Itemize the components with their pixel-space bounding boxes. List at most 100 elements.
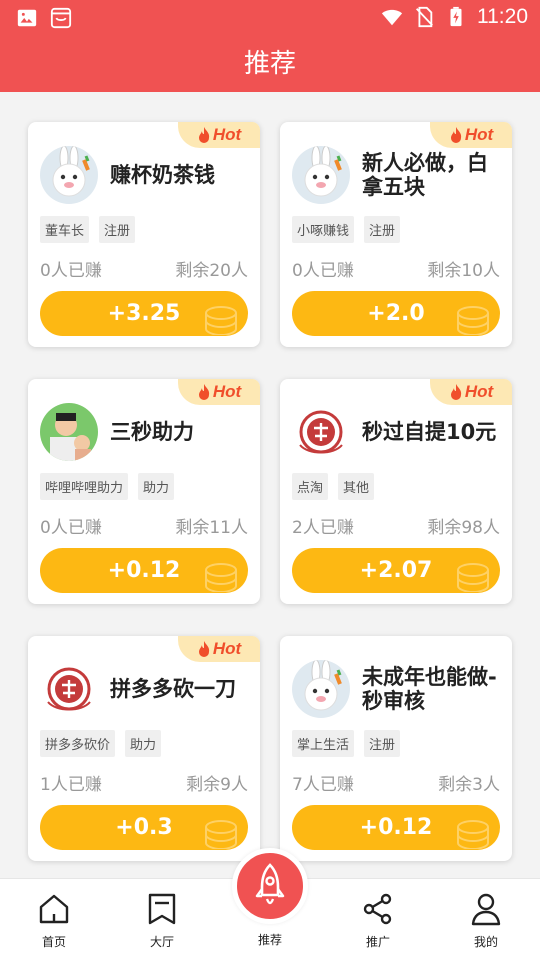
seal-avatar xyxy=(292,403,350,461)
earned-count: 1人已赚 xyxy=(40,775,102,795)
reward-button[interactable]: +2.07 xyxy=(292,548,500,593)
tag-list: 拼多多砍价 助力 xyxy=(40,730,162,757)
reward-amount: +2.07 xyxy=(359,558,433,583)
task-title: 新人必做，白拿五块 xyxy=(362,151,488,199)
task-tag: 掌上生活 xyxy=(292,730,355,757)
remaining-count: 剩余10人 xyxy=(427,261,500,281)
coins-icon xyxy=(205,563,237,592)
hot-badge: Hot xyxy=(430,122,512,148)
hot-label: Hot xyxy=(212,639,242,658)
user-icon xyxy=(471,893,501,926)
flame-icon xyxy=(450,384,461,400)
rocket-icon xyxy=(255,863,285,905)
task-tag: 助力 xyxy=(138,473,175,500)
hot-badge: Hot xyxy=(178,122,260,148)
task-card[interactable]: Hot 三秒助力哔哩哔哩助力 助力 0人已赚 剩余11人 +0.12 xyxy=(28,379,260,604)
task-title: 拼多多砍一刀 xyxy=(110,677,236,701)
coins-icon xyxy=(457,820,489,849)
status-bar: 11:20 xyxy=(0,0,540,36)
earned-count: 0人已赚 xyxy=(40,518,102,538)
nav-hall[interactable]: 大厅 xyxy=(122,891,202,950)
hall-icon xyxy=(148,893,176,925)
remaining-count: 剩余9人 xyxy=(186,775,248,795)
shopping-app-icon xyxy=(50,7,72,29)
task-card[interactable]: Hot 秒过自提10元点淘 其他 2人已赚 剩余98人 +2.07 xyxy=(280,379,512,604)
earned-count: 0人已赚 xyxy=(292,261,354,281)
task-card[interactable]: Hot 赚杯奶茶钱董车长 注册 0人已赚 剩余20人 +3.25 xyxy=(28,122,260,347)
task-title: 三秒助力 xyxy=(110,420,194,444)
share-icon xyxy=(363,893,392,925)
reward-amount: +2.0 xyxy=(367,301,425,326)
task-tag: 董车长 xyxy=(40,216,90,243)
tag-list: 董车长 注册 xyxy=(40,216,136,243)
hot-label: Hot xyxy=(464,125,494,144)
task-tag: 点淘 xyxy=(292,473,329,500)
hot-label: Hot xyxy=(212,382,242,401)
image-icon xyxy=(17,9,37,27)
coins-icon xyxy=(205,306,237,335)
task-tag: 助力 xyxy=(125,730,162,757)
task-tag: 小啄赚钱 xyxy=(292,216,355,243)
recommend-rocket-button[interactable] xyxy=(232,848,308,924)
remaining-count: 剩余98人 xyxy=(427,518,500,538)
reward-button[interactable]: +0.12 xyxy=(40,548,248,593)
coins-icon xyxy=(205,820,237,849)
nav-promote[interactable]: 推广 xyxy=(338,891,418,950)
flame-icon xyxy=(198,641,209,657)
task-tag: 其他 xyxy=(338,473,375,500)
task-card[interactable]: 未成年也能做-秒审核 掌上生活 注册 7人已赚 剩余3人 +0.12 xyxy=(280,636,512,861)
task-card[interactable]: Hot 拼多多砍一刀拼多多砍价 助力 1人已赚 剩余9人 +0.3 xyxy=(28,636,260,861)
hot-label: Hot xyxy=(212,125,242,144)
page-title: 推荐 xyxy=(0,36,540,92)
task-title: 秒过自提10元 xyxy=(362,420,497,444)
hot-badge: Hot xyxy=(430,379,512,405)
nav-recommend[interactable]: 推荐 xyxy=(230,931,310,948)
flame-icon xyxy=(198,384,209,400)
nav-recommend-label: 推荐 xyxy=(257,933,282,947)
task-card[interactable]: Hot 新人必做，白拿五块 小啄赚钱 注册 0人已赚 剩余10人 +2.0 xyxy=(280,122,512,347)
task-title: 赚杯奶茶钱 xyxy=(110,163,215,187)
nav-home-label: 首页 xyxy=(41,935,66,949)
earned-count: 7人已赚 xyxy=(292,775,354,795)
task-tag: 注册 xyxy=(99,216,136,243)
home-icon xyxy=(39,894,69,924)
bunny-avatar xyxy=(40,146,98,204)
battery-charging-icon xyxy=(450,6,462,27)
earned-count: 0人已赚 xyxy=(40,261,102,281)
reward-amount: +0.3 xyxy=(115,815,173,840)
nav-home[interactable]: 首页 xyxy=(14,891,94,950)
reward-amount: +0.12 xyxy=(359,815,433,840)
remaining-count: 剩余11人 xyxy=(175,518,248,538)
tag-list: 小啄赚钱 注册 xyxy=(292,216,401,243)
earned-count: 2人已赚 xyxy=(292,518,354,538)
reward-button[interactable]: +0.12 xyxy=(292,805,500,850)
hot-badge: Hot xyxy=(178,636,260,662)
task-tag: 注册 xyxy=(364,216,401,243)
reward-button[interactable]: +0.3 xyxy=(40,805,248,850)
flame-icon xyxy=(450,127,461,143)
reward-button[interactable]: +2.0 xyxy=(292,291,500,336)
clock: 11:20 xyxy=(477,5,528,28)
reward-button[interactable]: +3.25 xyxy=(40,291,248,336)
task-tag: 哔哩哔哩助力 xyxy=(40,473,129,500)
bunny-avatar xyxy=(292,146,350,204)
seal-avatar xyxy=(40,660,98,718)
coins-icon xyxy=(457,563,489,592)
remaining-count: 剩余3人 xyxy=(438,775,500,795)
bunny-avatar xyxy=(292,660,350,718)
nav-mine-label: 我的 xyxy=(473,935,498,949)
task-tag: 注册 xyxy=(364,730,401,757)
task-title: 未成年也能做-秒审核 xyxy=(362,665,497,713)
remaining-count: 剩余20人 xyxy=(175,261,248,281)
tag-list: 哔哩哔哩助力 助力 xyxy=(40,473,175,500)
coins-icon xyxy=(457,306,489,335)
task-tag: 拼多多砍价 xyxy=(40,730,116,757)
wifi-icon xyxy=(381,9,403,26)
tag-list: 掌上生活 注册 xyxy=(292,730,401,757)
flame-icon xyxy=(198,127,209,143)
nav-mine[interactable]: 我的 xyxy=(446,891,526,950)
photo-avatar xyxy=(40,403,98,461)
no-sim-icon xyxy=(416,6,433,28)
nav-promote-label: 推广 xyxy=(365,935,390,949)
tag-list: 点淘 其他 xyxy=(292,473,375,500)
